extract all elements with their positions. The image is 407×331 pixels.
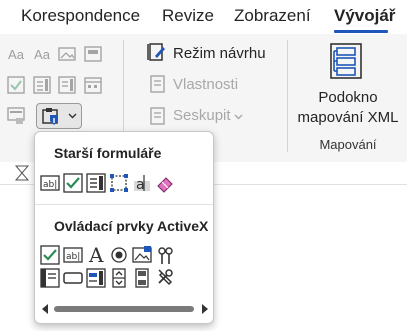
mapping-group-title: Mapování <box>319 137 377 152</box>
design-mode-button[interactable]: Režim návrhu <box>173 45 266 62</box>
xml-mapping-label-line2: mapování XML <box>297 109 399 126</box>
picture-control-icon[interactable] <box>58 45 76 63</box>
drop-down-list-icon[interactable] <box>58 76 76 94</box>
tab-vyvojar[interactable]: Vývojář <box>334 6 395 26</box>
more-controls-icon[interactable] <box>155 268 175 288</box>
xml-mapping-pane-button[interactable]: Podokno mapování XML <box>293 38 403 128</box>
tab-zobrazeni[interactable]: Zobrazení <box>234 6 311 26</box>
ribbon-tabs: Korespondence Revize Zobrazení Vývojář <box>0 0 407 34</box>
legacy-forms-heading: Starší formuláře <box>54 145 162 161</box>
image-icon[interactable] <box>132 245 152 265</box>
toggle-button-icon[interactable] <box>155 245 175 265</box>
dropdown-divider <box>35 204 213 205</box>
tab-korespondence[interactable]: Korespondence <box>21 6 140 26</box>
group-chevron-icon <box>234 114 243 120</box>
group-separator <box>287 40 288 152</box>
properties-icon <box>149 75 167 93</box>
eraser-icon[interactable] <box>155 173 175 193</box>
check-box-icon[interactable] <box>63 173 83 193</box>
shading-icon[interactable]: a <box>132 173 152 193</box>
tab-revize[interactable]: Revize <box>162 6 214 26</box>
svg-text:a: a <box>136 177 145 193</box>
rich-text-control-icon[interactable]: Aa <box>7 45 25 63</box>
text-field-icon[interactable]: ab| <box>40 173 60 193</box>
active-tab-indicator <box>334 30 388 33</box>
activex-heading: Ovládací prvky ActiveX <box>54 218 209 234</box>
group-icon <box>149 107 167 125</box>
svg-text:A: A <box>88 245 104 265</box>
combo-box-icon[interactable] <box>86 173 106 193</box>
indent-marker-icon[interactable] <box>14 164 30 182</box>
scroll-bar-icon[interactable] <box>40 301 210 317</box>
checkbox-icon[interactable] <box>40 245 60 265</box>
repeating-section-icon[interactable] <box>7 107 25 125</box>
group-button[interactable]: Seskupit <box>173 107 231 124</box>
legacy-tools-dropdown: Starší formuláře ab| a Ovládací prvky Ac… <box>34 131 214 324</box>
svg-text:ab|: ab| <box>43 180 57 190</box>
checkbox-control-icon[interactable] <box>7 76 25 94</box>
label-icon[interactable]: A <box>86 245 106 265</box>
chevron-down-icon <box>68 113 77 119</box>
frame-icon[interactable] <box>109 173 129 193</box>
option-button-icon[interactable] <box>109 245 129 265</box>
svg-text:ab|: ab| <box>66 252 80 262</box>
design-mode-icon <box>147 43 165 61</box>
command-button-icon[interactable] <box>63 268 83 288</box>
spin-button-icon[interactable] <box>109 268 129 288</box>
legacy-tools-icon <box>42 108 58 125</box>
date-picker-icon[interactable] <box>84 76 102 94</box>
combobox-icon[interactable] <box>40 268 60 288</box>
textbox-icon[interactable]: ab| <box>63 245 83 265</box>
building-block-icon[interactable] <box>84 45 102 63</box>
combo-box-control-icon[interactable] <box>33 76 51 94</box>
frame-control-icon[interactable] <box>132 268 152 288</box>
properties-button[interactable]: Vlastnosti <box>173 76 238 93</box>
xml-mapping-icon <box>330 43 362 79</box>
legacy-tools-button[interactable] <box>36 103 82 129</box>
xml-mapping-label-line1: Podokno <box>318 89 378 106</box>
listbox-icon[interactable] <box>86 268 106 288</box>
plain-text-control-icon[interactable]: Aa <box>33 45 51 63</box>
